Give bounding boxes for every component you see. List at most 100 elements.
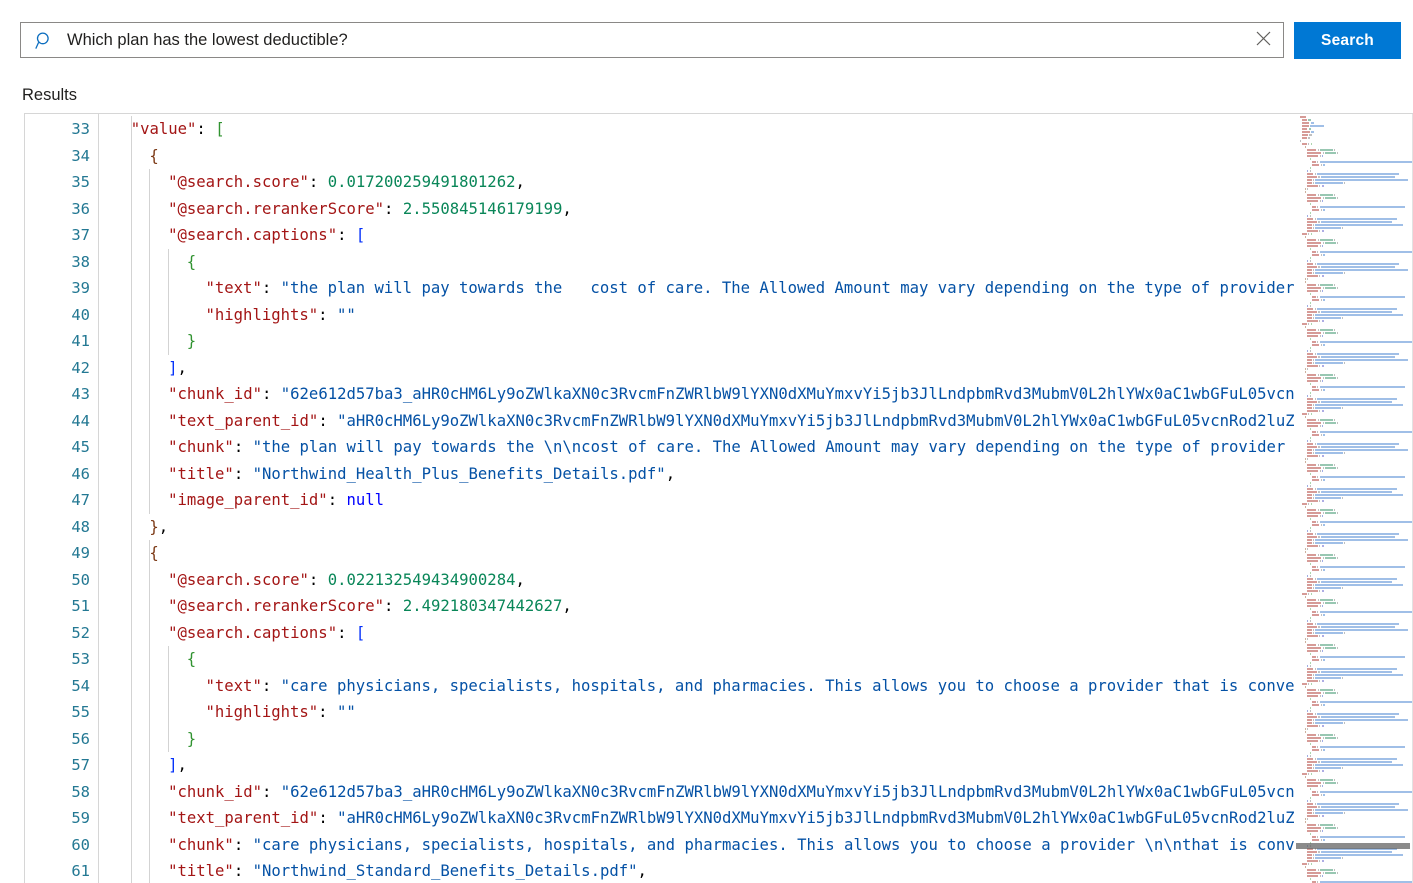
minimap-line	[1307, 860, 1318, 862]
minimap-line	[1310, 482, 1311, 484]
minimap-line	[1310, 527, 1311, 529]
minimap-line	[1321, 356, 1395, 358]
minimap-line	[1317, 476, 1318, 478]
minimap-line	[1307, 353, 1313, 355]
code-line[interactable]: "chunk": "the plan will pay towards the …	[168, 434, 1294, 461]
code-line[interactable]: "chunk_id": "62e612d57ba3_aHR0cHM6Ly9oZW…	[168, 779, 1294, 806]
code-line[interactable]: "highlights": ""	[206, 699, 356, 726]
minimap-line	[1334, 689, 1335, 691]
minimap-line	[1307, 869, 1316, 871]
minimap-line	[1302, 323, 1306, 325]
code-line[interactable]: {	[149, 540, 158, 567]
code-line[interactable]: "chunk_id": "62e612d57ba3_aHR0cHM6Ly9oZW…	[168, 381, 1294, 408]
minimap-line	[1315, 542, 1342, 544]
code-line[interactable]: "chunk": "care physicians, specialists, …	[168, 832, 1294, 859]
line-number: 51	[24, 593, 90, 620]
code-line[interactable]: ],	[168, 355, 187, 382]
code-line[interactable]: "value": [	[131, 116, 225, 143]
minimap-line	[1319, 500, 1320, 502]
horizontal-scrollbar[interactable]	[1296, 843, 1410, 849]
code-line[interactable]: },	[149, 514, 168, 541]
minimap-line	[1321, 434, 1322, 436]
minimap-line	[1317, 533, 1399, 535]
minimap-line	[1318, 464, 1319, 466]
minimap-line	[1312, 344, 1319, 346]
minimap-line	[1302, 143, 1306, 145]
code-line[interactable]: "text": "the plan will pay towards the c…	[206, 275, 1295, 302]
minimap-line	[1313, 179, 1314, 181]
minimap-line	[1325, 602, 1336, 604]
minimap-line	[1325, 512, 1336, 514]
minimap-line	[1307, 575, 1308, 577]
code-line[interactable]: "text_parent_id": "aHR0cHM6Ly9oZWlkaXN0c…	[168, 805, 1294, 832]
code-line[interactable]: "@search.rerankerScore": 2.5508451461791…	[168, 196, 572, 223]
code-line[interactable]: {	[149, 143, 158, 170]
code-token: [	[215, 120, 224, 138]
line-number: 47	[24, 487, 90, 514]
code-token: "highlights"	[206, 306, 319, 324]
minimap-line	[1321, 671, 1392, 673]
code-line[interactable]: }	[187, 726, 196, 753]
code-line[interactable]: "title": "Northwind_Health_Plus_Benefits…	[168, 461, 675, 488]
code-token: "aHR0cHM6Ly9oZWlkaXN0c3RvcmFnZWRlbW9lYXN…	[337, 809, 1294, 827]
minimap-line	[1325, 737, 1336, 739]
minimap-line	[1318, 239, 1319, 241]
minimap-line	[1322, 245, 1323, 247]
minimap-line	[1318, 509, 1319, 511]
minimap-line	[1307, 500, 1318, 502]
code-line[interactable]: "@search.captions": [	[168, 222, 365, 249]
code-token: "@search.score"	[168, 571, 309, 589]
code-line[interactable]: {	[187, 646, 196, 673]
minimap-line	[1320, 650, 1321, 652]
minimap-line	[1302, 125, 1308, 127]
code-line[interactable]: {	[187, 249, 196, 276]
minimap-line	[1307, 671, 1317, 673]
minimap-line	[1310, 350, 1311, 352]
search-box[interactable]	[20, 22, 1284, 58]
code-token: "@search.captions"	[168, 624, 337, 642]
minimap-line	[1307, 314, 1311, 316]
minimap-line	[1307, 320, 1318, 322]
code-token: :	[234, 465, 253, 483]
minimap-line	[1311, 773, 1312, 775]
code-line[interactable]: "@search.captions": [	[168, 620, 365, 647]
code-line[interactable]: "@search.score": 0.022132549434900284,	[168, 567, 525, 594]
minimap-line	[1307, 755, 1308, 757]
minimap-line	[1305, 191, 1306, 193]
minimap-line	[1307, 419, 1316, 421]
code-line[interactable]: ],	[168, 752, 187, 779]
minimap-line	[1323, 512, 1324, 514]
minimap[interactable]	[1296, 114, 1413, 883]
code-line[interactable]: "highlights": ""	[206, 302, 356, 329]
minimap-line	[1307, 374, 1316, 376]
code-line[interactable]: "image_parent_id": null	[168, 487, 384, 514]
json-result-editor[interactable]: 3334353637383940414243444546474849505152…	[24, 113, 1413, 883]
search-input[interactable]	[67, 23, 1243, 57]
minimap-line	[1302, 773, 1306, 775]
code-line[interactable]: "@search.rerankerScore": 2.4921803474426…	[168, 593, 572, 620]
minimap-line	[1307, 242, 1321, 244]
minimap-line	[1318, 329, 1319, 331]
line-number: 49	[24, 540, 90, 567]
minimap-line	[1320, 341, 1413, 343]
minimap-line	[1307, 815, 1318, 817]
code-line[interactable]: "text_parent_id": "aHR0cHM6Ly9oZWlkaXN0c…	[168, 408, 1294, 435]
minimap-line	[1307, 623, 1313, 625]
code-content[interactable]: "value": [{"@search.score": 0.0172002594…	[100, 114, 1294, 883]
minimap-line	[1322, 560, 1323, 562]
minimap-line	[1337, 827, 1338, 829]
minimap-line	[1322, 815, 1324, 817]
minimap-line	[1305, 146, 1306, 148]
minimap-line	[1318, 716, 1319, 718]
code-line[interactable]: }	[187, 328, 196, 355]
code-line[interactable]: "text": "care physicians, specialists, h…	[206, 673, 1295, 700]
minimap-line	[1312, 386, 1316, 388]
minimap-line	[1312, 791, 1316, 793]
code-token: "text_parent_id"	[168, 412, 318, 430]
minimap-line	[1305, 638, 1306, 640]
search-button[interactable]: Search	[1294, 22, 1401, 59]
minimap-line	[1317, 263, 1399, 265]
clear-search-button[interactable]	[1243, 23, 1283, 57]
code-line[interactable]: "title": "Northwind_Standard_Benefits_De…	[168, 858, 647, 883]
code-line[interactable]: "@search.score": 0.017200259491801262,	[168, 169, 525, 196]
